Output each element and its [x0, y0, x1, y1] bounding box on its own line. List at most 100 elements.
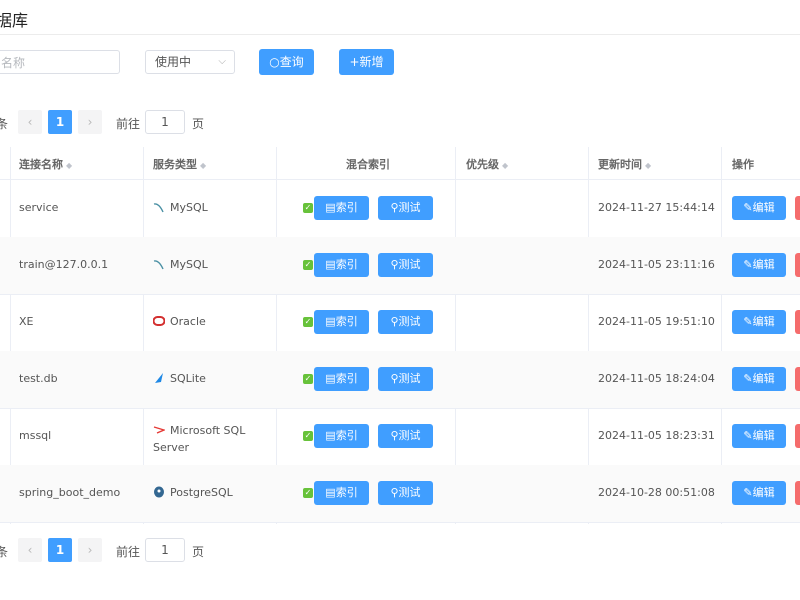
service-type: SQLite: [153, 372, 206, 385]
edit-button-label: 编辑: [752, 201, 775, 214]
edit-icon: ✎: [743, 201, 753, 214]
page-title: 据库: [0, 11, 29, 30]
delete-button[interactable]: [795, 367, 800, 391]
index-button-label: 索引: [335, 429, 358, 442]
index-button[interactable]: ▤索引: [314, 253, 369, 277]
hybrid-index-checkbox[interactable]: ✓: [303, 203, 313, 213]
service-type: MySQL: [153, 258, 208, 271]
sort-icon: ◆: [645, 161, 652, 170]
page-label: 页: [192, 117, 205, 131]
test-button[interactable]: ⚲测试: [378, 310, 433, 334]
column-header[interactable]: 优先级 ◆: [466, 156, 508, 172]
wrench-icon: ⚲: [390, 486, 399, 499]
update-time: 2024-11-05 19:51:10: [598, 315, 715, 328]
add-button[interactable]: +新增: [339, 49, 394, 75]
page-jump-input[interactable]: 1: [145, 538, 185, 562]
table-row: service MySQL ✓ ▤索引 ⚲测试 2024-11-27 15:44…: [0, 180, 800, 238]
test-button[interactable]: ⚲测试: [378, 424, 433, 448]
pagination-top: 条 ‹ 1 › 前往 1 页: [0, 110, 240, 134]
edit-icon: ✎: [743, 258, 753, 271]
connection-name: XE: [19, 315, 34, 328]
column-header: 操作: [732, 156, 754, 172]
test-button-label: 测试: [398, 486, 421, 499]
delete-button[interactable]: [795, 253, 800, 277]
index-button[interactable]: ▤索引: [314, 310, 369, 334]
delete-button[interactable]: [795, 481, 800, 505]
pagination-total: 条: [0, 545, 9, 559]
delete-button[interactable]: [795, 424, 800, 448]
edit-button-label: 编辑: [752, 486, 775, 499]
delete-button[interactable]: [795, 310, 800, 334]
edit-button[interactable]: ✎编辑: [732, 424, 786, 448]
delete-button[interactable]: [795, 196, 800, 220]
wrench-icon: ⚲: [390, 315, 399, 328]
column-header[interactable]: 连接名称 ◆: [19, 156, 72, 172]
index-button-label: 索引: [335, 315, 358, 328]
mysql-icon: [153, 203, 164, 213]
hybrid-index-checkbox[interactable]: ✓: [303, 431, 313, 441]
hybrid-index-checkbox[interactable]: ✓: [303, 260, 313, 270]
connection-name: test.db: [19, 372, 58, 385]
query-button[interactable]: ○查询: [259, 49, 314, 75]
update-time: 2024-10-28 00:51:08: [598, 486, 715, 499]
edit-button[interactable]: ✎编辑: [732, 481, 786, 505]
table-row: spring_boot_demo PostgreSQL ✓ ▤索引 ⚲测试 20…: [0, 465, 800, 523]
hybrid-index-checkbox[interactable]: ✓: [303, 317, 313, 327]
search-icon: ○: [269, 55, 280, 69]
edit-button-label: 编辑: [752, 315, 775, 328]
test-button[interactable]: ⚲测试: [378, 253, 433, 277]
column-header-label: 操作: [732, 158, 754, 171]
table-row: XE Oracle ✓ ▤索引 ⚲测试 2024-11-05 19:51:10 …: [0, 294, 800, 352]
edit-button[interactable]: ✎编辑: [732, 310, 786, 334]
index-button-label: 索引: [335, 486, 358, 499]
current-page[interactable]: 1: [48, 110, 72, 134]
edit-icon: ✎: [743, 429, 753, 442]
edit-button[interactable]: ✎编辑: [732, 367, 786, 391]
document-icon: ▤: [325, 201, 336, 214]
wrench-icon: ⚲: [390, 258, 399, 271]
index-button[interactable]: ▤索引: [314, 196, 369, 220]
service-type-label: MySQL: [170, 258, 208, 271]
test-button-label: 测试: [398, 429, 421, 442]
sort-icon: ◆: [502, 161, 509, 170]
status-select[interactable]: 使用中 ⌵: [145, 50, 235, 74]
next-page-button[interactable]: ›: [78, 110, 102, 134]
current-page[interactable]: 1: [48, 538, 72, 562]
table-row: test.db SQLite ✓ ▤索引 ⚲测试 2024-11-05 18:2…: [0, 351, 800, 409]
index-button[interactable]: ▤索引: [314, 367, 369, 391]
document-icon: ▤: [325, 372, 336, 385]
connection-name: service: [19, 201, 59, 214]
service-type-label: Microsoft SQL: [170, 424, 246, 437]
page-label: 页: [192, 545, 205, 559]
prev-page-button[interactable]: ‹: [18, 538, 42, 562]
document-icon: ▤: [325, 315, 336, 328]
postgresql-icon: [154, 486, 164, 498]
document-icon: ▤: [325, 486, 336, 499]
index-button-label: 索引: [335, 201, 358, 214]
test-button[interactable]: ⚲测试: [378, 367, 433, 391]
hybrid-index-checkbox[interactable]: ✓: [303, 374, 313, 384]
hybrid-index-checkbox[interactable]: ✓: [303, 488, 313, 498]
test-button[interactable]: ⚲测试: [378, 481, 433, 505]
page-jump-input[interactable]: 1: [145, 110, 185, 134]
query-button-label: 查询: [279, 55, 304, 69]
search-input[interactable]: 名称: [0, 50, 120, 74]
mssql-icon: [153, 426, 165, 434]
document-icon: ▤: [325, 429, 336, 442]
index-button[interactable]: ▤索引: [314, 481, 369, 505]
test-button-label: 测试: [398, 315, 421, 328]
sort-icon: ◆: [66, 161, 73, 170]
document-icon: ▤: [325, 258, 336, 271]
service-type: PostgreSQL: [153, 486, 233, 499]
column-header[interactable]: 服务类型 ◆: [153, 156, 206, 172]
service-type-label: PostgreSQL: [170, 486, 233, 499]
index-button[interactable]: ▤索引: [314, 424, 369, 448]
column-header[interactable]: 更新时间 ◆: [598, 156, 651, 172]
service-type-label: MySQL: [170, 201, 208, 214]
next-page-button[interactable]: ›: [78, 538, 102, 562]
edit-button[interactable]: ✎编辑: [732, 196, 786, 220]
prev-page-button[interactable]: ‹: [18, 110, 42, 134]
edit-button[interactable]: ✎编辑: [732, 253, 786, 277]
pagination-bottom: 条 ‹ 1 › 前往 1 页: [0, 538, 240, 562]
test-button[interactable]: ⚲测试: [378, 196, 433, 220]
